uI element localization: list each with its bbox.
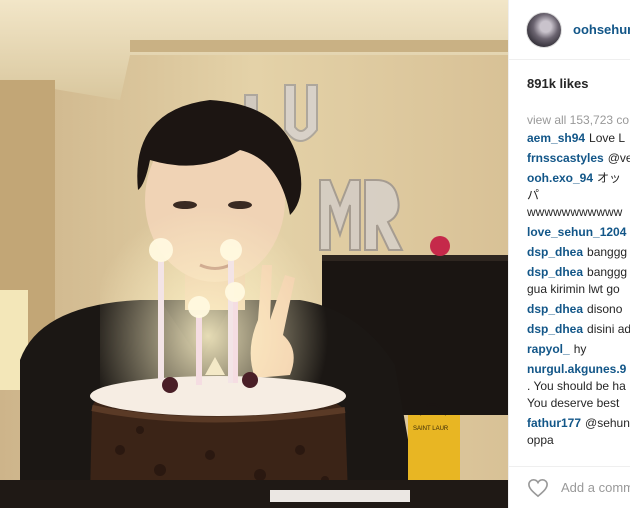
comment-item: ooh.exo_94 オッパ wwwwwwwwwww: [527, 170, 630, 221]
likes-count[interactable]: 891k likes: [509, 60, 630, 104]
comment-username[interactable]: dsp_dhea: [527, 265, 583, 279]
avatar[interactable]: [526, 11, 562, 48]
comment-text: banggg: [587, 245, 628, 259]
comment-text: disini ad: [587, 322, 630, 336]
comment-text: @sehuni: [585, 416, 630, 430]
comment-item: rapyol_ hy: [527, 341, 630, 358]
comment-text: disono: [587, 302, 623, 316]
view-all-comments-link[interactable]: view all 153,723 co: [527, 113, 630, 127]
comment-username[interactable]: dsp_dhea: [527, 322, 583, 336]
comment-item: dsp_dhea banggg gua kirimin lwt go: [527, 264, 630, 298]
comment-text: Love L: [589, 131, 626, 145]
comment-item: love_sehun_1204: [527, 224, 630, 241]
shopping-bag: SAINT LAUR: [408, 403, 460, 485]
comment-username[interactable]: fathur177: [527, 416, 581, 430]
comment-item: frnsscastyles@ver: [527, 150, 630, 167]
comment-username[interactable]: dsp_dhea: [527, 245, 583, 259]
comment-text: gua kirimin lwt go: [527, 282, 620, 296]
add-comment-input[interactable]: Add a comm: [561, 480, 630, 495]
comment-item: nurgul.akgunes.9 . You should be ha You de…: [527, 361, 630, 412]
post-header: oohsehun: [509, 0, 630, 60]
comment-username[interactable]: nurgul.akgunes.9: [527, 362, 626, 376]
comment-item: dsp_dhea banggg: [527, 244, 630, 261]
comment-item: aem_sh94 Love L: [527, 130, 630, 147]
comment-text: . You should be ha: [527, 379, 626, 393]
comment-text: banggg: [587, 265, 628, 279]
photo-canvas: SAINT LAUR: [0, 0, 508, 508]
post-photo[interactable]: SAINT LAUR: [0, 0, 508, 508]
comment-username[interactable]: love_sehun_1204: [527, 225, 626, 239]
comment-username[interactable]: rapyol_: [527, 342, 570, 356]
comment-item: dsp_dhea disono: [527, 301, 630, 318]
comment-item: fathur177 @sehuni oppa: [527, 415, 630, 449]
comment-text: hy: [573, 342, 587, 356]
comment-username[interactable]: ooh.exo_94: [527, 171, 593, 185]
comment-bar: Add a comm: [509, 466, 630, 508]
comment-text: You deserve best: [527, 396, 620, 410]
comment-username[interactable]: aem_sh94: [527, 131, 585, 145]
username-link[interactable]: oohsehun: [573, 22, 630, 37]
comment-username[interactable]: dsp_dhea: [527, 302, 583, 316]
comments-list: aem_sh94 Love L frnsscastyles@ver ooh.exo_9…: [527, 130, 630, 452]
comment-item: dsp_dhea disini ad: [527, 321, 630, 338]
comment-text: wwwwwwwwwww: [527, 205, 623, 219]
heart-icon[interactable]: [527, 478, 549, 498]
comment-text: oppa: [527, 433, 554, 447]
post-sidebar: oohsehun 891k likes view all 153,723 co …: [508, 0, 630, 508]
comment-username[interactable]: frnsscastyles: [527, 151, 604, 165]
bag-label: SAINT LAUR: [413, 426, 449, 432]
comment-text: @ver: [607, 151, 630, 165]
